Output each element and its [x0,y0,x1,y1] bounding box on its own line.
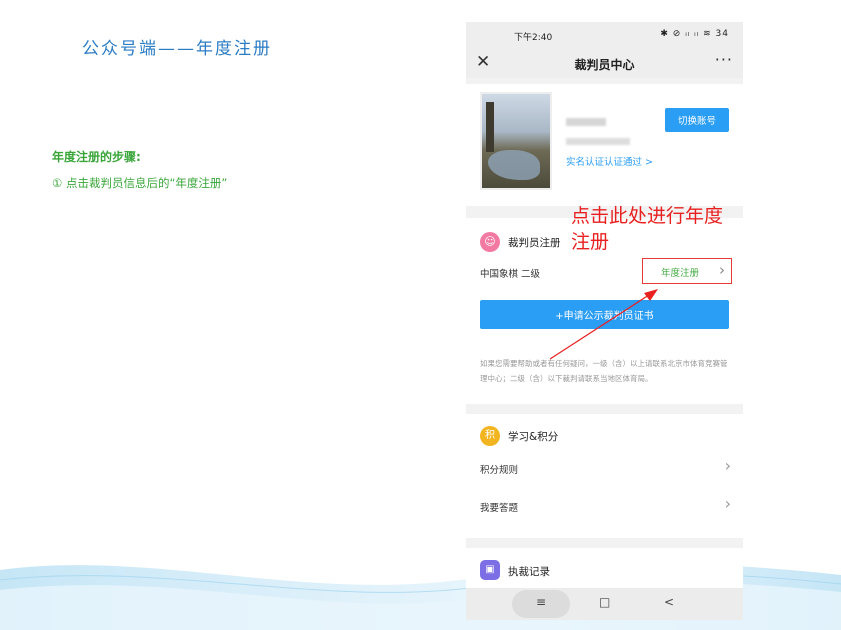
name-redacted [566,118,606,126]
menu-icon[interactable]: ≡ [536,595,546,609]
status-time: 下午2:40 [514,33,553,43]
list-item-points-rules[interactable]: 积分规则 › [466,454,743,484]
referee-level: 中国象棋 二级 [480,269,541,280]
verify-status-link[interactable]: 实名认证认证通过 > [566,154,653,168]
list-item-label: 我要答题 [480,503,519,514]
steps-title: 年度注册的步骤: [52,150,141,164]
chevron-right-icon: › [724,494,731,513]
points-icon: 积 [480,426,500,446]
switch-account-button[interactable]: 切换账号 [665,108,729,132]
annual-register-button[interactable]: 年度注册 › [642,258,732,284]
nav-bar: ✕ 裁判员中心 ··· [466,50,743,78]
chevron-right-icon: › [724,456,731,475]
more-icon[interactable]: ··· [715,50,733,69]
list-item-answer-quiz[interactable]: 我要答题 › [466,492,743,522]
slide-title: 公众号端——年度注册 [82,39,272,59]
chevron-right-icon: › [719,261,725,279]
page-title: 裁判员中心 [574,58,635,72]
photo-tree [486,102,494,152]
annual-register-label: 年度注册 [661,268,700,279]
record-title: 执裁记录 [508,566,550,578]
study-title: 学习&积分 [508,431,559,443]
system-nav-bar: ≡ □ < [466,588,743,620]
annotation-text: 点击此处进行年度注册 [571,205,724,253]
annotation-arrow-icon [549,289,658,360]
register-title: 裁判员注册 [508,237,561,249]
avatar [480,92,552,190]
id-redacted [566,138,630,145]
record-card[interactable]: ▣ 执裁记录 [466,548,743,588]
profile-card: 实名认证认证通过 > 切换账号 [466,84,743,206]
back-icon[interactable]: < [664,595,674,609]
status-icons: ✱ ⊘ ᵢₗ ᵢₗ ≋ 34 [660,29,729,39]
user-icon: ☺ [480,232,500,252]
step-1-text: ① 点击裁判员信息后的“年度注册” [52,176,228,190]
status-bar: 下午2:40 ✱ ⊘ ᵢₗ ᵢₗ ≋ 34 [466,22,743,50]
record-icon: ▣ [480,560,500,580]
study-card: 积 学习&积分 积分规则 › 我要答题 › [466,414,743,538]
home-icon[interactable]: □ [599,595,610,609]
photo-water [488,150,540,180]
list-item-label: 积分规则 [480,465,519,476]
